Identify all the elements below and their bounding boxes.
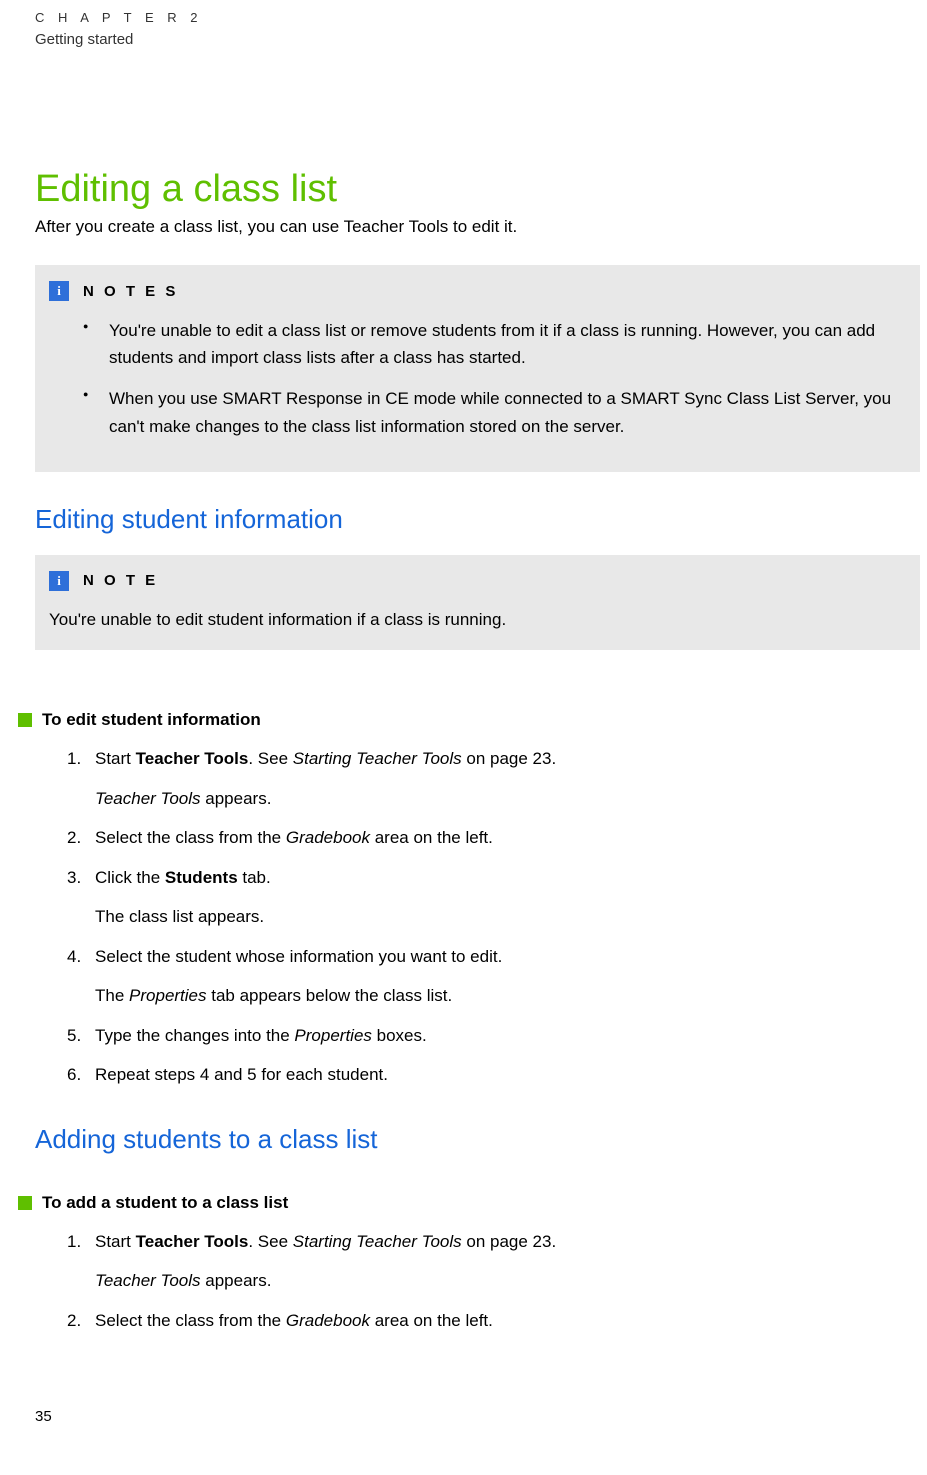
notes-list: You're unable to edit a class list or re… <box>49 317 906 440</box>
step-item: 1. Start Teacher Tools. See Starting Tea… <box>77 746 927 811</box>
step-text-bold: Students <box>165 868 238 887</box>
page-number: 35 <box>35 1408 52 1425</box>
step-result: Teacher Tools appears. <box>95 786 927 812</box>
procedure-steps: 1. Start Teacher Tools. See Starting Tea… <box>35 746 927 1088</box>
step-result: The Properties tab appears below the cla… <box>95 983 927 1009</box>
note-item: When you use SMART Response in CE mode w… <box>91 385 906 439</box>
step-text: Select the class from the <box>95 1311 286 1330</box>
procedure-heading: To add a student to a class list <box>42 1193 288 1213</box>
step-text-italic: Gradebook <box>286 828 370 847</box>
note-title: N O T E <box>83 572 158 589</box>
step-text: Start <box>95 749 136 768</box>
note-item: You're unable to edit a class list or re… <box>91 317 906 371</box>
step-text: Click the <box>95 868 165 887</box>
step-text: Type the changes into the <box>95 1026 294 1045</box>
section-heading-editing-student-info: Editing student information <box>35 504 927 535</box>
step-item: 5. Type the changes into the Properties … <box>77 1023 927 1049</box>
step-text: boxes. <box>372 1026 427 1045</box>
step-number: 4. <box>67 944 81 970</box>
section-heading-adding-students: Adding students to a class list <box>35 1124 927 1155</box>
procedure-heading: To edit student information <box>42 710 261 730</box>
step-result: The class list appears. <box>95 904 927 930</box>
step-number: 2. <box>67 1308 81 1334</box>
step-result-text: The <box>95 986 129 1005</box>
step-result-italic: Teacher Tools <box>95 1271 201 1290</box>
procedure-steps: 1. Start Teacher Tools. See Starting Tea… <box>35 1229 927 1334</box>
notes-callout: i N O T E S You're unable to edit a clas… <box>35 265 920 472</box>
step-item: 2. Select the class from the Gradebook a… <box>77 825 927 851</box>
step-item: 3. Click the Students tab. The class lis… <box>77 865 927 930</box>
step-item: 6. Repeat steps 4 and 5 for each student… <box>77 1062 927 1088</box>
step-result: Teacher Tools appears. <box>95 1268 927 1294</box>
step-number: 1. <box>67 1229 81 1255</box>
step-text-italic: Gradebook <box>286 1311 370 1330</box>
step-text: . See <box>248 749 292 768</box>
step-text-bold: Teacher Tools <box>136 749 249 768</box>
chapter-subtitle: Getting started <box>35 31 927 48</box>
procedure-heading-row: To edit student information <box>18 710 927 730</box>
step-number: 6. <box>67 1062 81 1088</box>
page-title: Editing a class list <box>35 168 927 211</box>
chapter-label: C H A P T E R 2 <box>35 10 927 25</box>
step-text: Select the class from the <box>95 828 286 847</box>
step-text-italic: Starting Teacher Tools <box>293 749 462 768</box>
step-text: Select the student whose information you… <box>95 947 502 966</box>
step-text-bold: Teacher Tools <box>136 1232 249 1251</box>
procedure-marker-icon <box>18 1196 32 1210</box>
step-number: 1. <box>67 746 81 772</box>
step-number: 2. <box>67 825 81 851</box>
note-callout: i N O T E You're unable to edit student … <box>35 555 920 651</box>
step-result-text: appears. <box>201 789 272 808</box>
procedure-heading-row: To add a student to a class list <box>18 1193 927 1213</box>
procedure-marker-icon <box>18 713 32 727</box>
step-text: area on the left. <box>370 1311 493 1330</box>
step-text: . See <box>248 1232 292 1251</box>
step-text: Start <box>95 1232 136 1251</box>
intro-paragraph: After you create a class list, you can u… <box>35 217 927 237</box>
step-item: 1. Start Teacher Tools. See Starting Tea… <box>77 1229 927 1294</box>
step-text: area on the left. <box>370 828 493 847</box>
step-text: on page 23. <box>462 1232 557 1251</box>
step-item: 2. Select the class from the Gradebook a… <box>77 1308 927 1334</box>
step-result-text: tab appears below the class list. <box>207 986 453 1005</box>
step-item: 4. Select the student whose information … <box>77 944 927 1009</box>
step-number: 5. <box>67 1023 81 1049</box>
info-icon: i <box>49 571 69 591</box>
step-text: on page 23. <box>462 749 557 768</box>
step-number: 3. <box>67 865 81 891</box>
step-text-italic: Starting Teacher Tools <box>293 1232 462 1251</box>
notes-title: N O T E S <box>83 283 178 300</box>
step-text: Repeat steps 4 and 5 for each student. <box>95 1065 388 1084</box>
step-result-italic: Properties <box>129 986 206 1005</box>
note-text: You're unable to edit student informatio… <box>49 607 906 633</box>
info-icon: i <box>49 281 69 301</box>
step-result-text: appears. <box>201 1271 272 1290</box>
step-result-italic: Teacher Tools <box>95 789 201 808</box>
step-text-italic: Properties <box>294 1026 371 1045</box>
notes-header: i N O T E S <box>49 281 906 301</box>
note-header: i N O T E <box>49 571 906 591</box>
step-text: tab. <box>238 868 271 887</box>
